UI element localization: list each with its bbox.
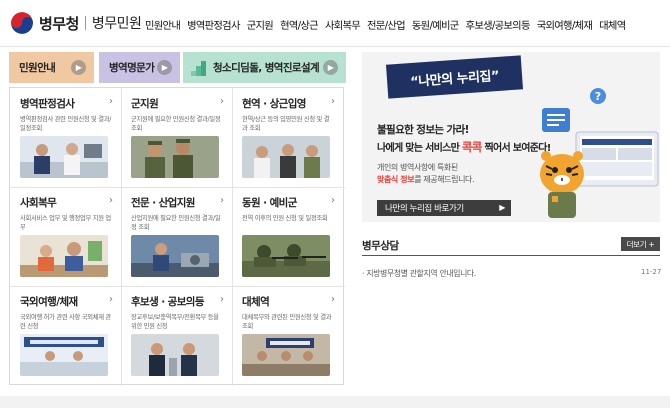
nav-item-industry[interactable]: 전문/산업	[367, 17, 406, 32]
chevron-right-icon: ▶	[323, 60, 338, 75]
chevron-right-icon: ›	[331, 294, 335, 305]
service-desc: 장교후보/보충역복무/전환복무 등을 위한 민원 신청	[131, 314, 219, 330]
nav-item-alternative[interactable]: 대체역	[599, 17, 626, 32]
my-homepage-button[interactable]: 나만의 누리집 바로가기 ▶	[377, 200, 511, 216]
my-homepage-banner[interactable]: “나만의 누리집” 불필요한 정보는 가라! 나에게 맞는 서비스만 콕콕 찍어…	[362, 52, 660, 222]
service-photo-active-duty	[242, 136, 330, 178]
tab-label: 청소디딤돌, 병역진로설계	[213, 62, 320, 74]
logo-name: 병무청	[39, 14, 79, 33]
service-grid: 병역판정검사 › 병역판정검사 관련 민원신청 및 결과/일정조회 군지원 › …	[9, 87, 345, 386]
service-title: 전문 · 산업지원	[131, 197, 195, 209]
taegeuk-emblem-icon	[11, 12, 33, 34]
service-title: 후보생 · 공보의등	[131, 296, 205, 308]
consult-section-title: 병무상담	[362, 240, 399, 252]
service-card-overseas[interactable]: 국외여행/체재 › 국외여행 허가 관련 사항 국외체재 관련 신청	[10, 286, 121, 385]
nav-item-civil-info[interactable]: 민원안내	[145, 17, 181, 32]
header-divider	[0, 46, 670, 47]
consult-list-item[interactable]: · 지방병무청별 관할지역 안내입니다.	[362, 268, 476, 279]
banner-title: “나만의 누리집”	[409, 68, 500, 90]
service-title: 사회복무	[20, 197, 57, 209]
tab-civil-info[interactable]: 민원안내 ▶	[9, 52, 94, 83]
chevron-right-icon: ▶	[157, 60, 172, 75]
service-photo-overseas	[20, 334, 108, 376]
nav-item-cadet[interactable]: 후보생/공보의등	[466, 17, 531, 32]
service-title: 동원 · 예비군	[242, 197, 297, 209]
nav-item-exam[interactable]: 병역판정검사	[187, 17, 240, 32]
service-desc: 병역판정검사 관련 민원신청 및 결과/일정조회	[20, 116, 112, 132]
banner-desc-highlight: 맞춤식 정보	[377, 175, 415, 184]
service-title: 병역판정검사	[20, 98, 75, 110]
banner-description: 개인의 병역사항에 특화된 맞춤식 정보를 제공해드립니다.	[377, 162, 475, 186]
service-card-alternative[interactable]: 대체역 › 대체복무와 관련된 민원신청 및 결과 조회	[232, 286, 343, 385]
service-card-military-apply[interactable]: 군지원 › 군지원에 필요한 민원신청 결과/일정 조회	[121, 88, 232, 187]
chevron-right-icon: ›	[109, 294, 113, 305]
tab-career-design[interactable]: 청소디딤돌, 병역진로설계 ▶	[183, 52, 346, 83]
arrow-right-icon: ▶	[499, 203, 505, 212]
service-photo-social-service	[20, 235, 108, 277]
service-photo-industry	[131, 235, 219, 277]
service-desc: 현역/상근 등의 입영민원 신청 및 결과 조회	[242, 116, 330, 132]
main-nav: 민원안내 병역판정검사 군지원 현역/상근 사회복무 전문/산업 동원/예비군 …	[145, 17, 632, 32]
banner-sub-a: 나에게 맞는 서비스만	[377, 143, 460, 154]
nav-item-reserve[interactable]: 동원/예비군	[412, 17, 459, 32]
service-title: 군지원	[131, 98, 159, 110]
logo-divider	[84, 16, 86, 30]
service-title: 대체역	[242, 296, 270, 308]
service-card-reserve[interactable]: 동원 · 예비군 › 전역 이후의 민원 신청 및 일정조회	[232, 187, 343, 286]
more-button[interactable]: 더보기 +	[621, 237, 660, 251]
nav-item-military-apply[interactable]: 군지원	[247, 17, 274, 32]
logo-subtitle: 병무민원	[91, 16, 142, 32]
service-title: 국외여행/체재	[20, 296, 78, 308]
stairs-icon	[191, 61, 206, 76]
site-logo[interactable]: 병무청 병무민원	[11, 12, 142, 34]
consult-divider	[362, 255, 660, 256]
chevron-right-icon: ›	[109, 195, 113, 206]
service-card-active-duty[interactable]: 현역 · 상근입영 › 현역/상근 등의 입영민원 신청 및 결과 조회	[232, 88, 343, 187]
nav-item-overseas[interactable]: 국외여행/체재	[537, 17, 593, 32]
tab-label: 민원안내	[19, 62, 56, 74]
chevron-right-icon: ›	[220, 96, 224, 107]
chevron-right-icon: ›	[109, 96, 113, 107]
question-mark: ?	[595, 90, 601, 103]
banner-subheadline: 나에게 맞는 서비스만 콕콕 찍어서 보여준다!	[377, 139, 551, 155]
service-photo-alternative	[242, 334, 330, 376]
service-desc: 산업지원에 필요한 민원신청 결과/일정 조회	[131, 215, 221, 231]
consult-item-date: 11-27	[641, 268, 662, 276]
chevron-right-icon: ›	[220, 195, 224, 206]
service-photo-cadet	[131, 334, 219, 376]
chevron-right-icon: ›	[220, 294, 224, 305]
button-label: 나만의 누리집 바로가기	[385, 204, 464, 214]
nav-item-active-duty[interactable]: 현역/상근	[280, 17, 319, 32]
footer-strip	[0, 396, 670, 408]
service-desc: 사회서비스 업무 및 행정업무 지원 업무	[20, 215, 111, 231]
banner-desc-rest: 를 제공해드립니다.	[414, 175, 475, 184]
service-photo-reserve	[242, 235, 330, 277]
tab-label: 병역명문가	[109, 62, 155, 74]
service-desc: 국외여행 허가 관련 사항 국외체재 관련 신청	[20, 314, 111, 330]
chevron-right-icon: ▶	[71, 60, 86, 75]
tab-honor-family[interactable]: 병역명문가 ▶	[99, 52, 180, 83]
banner-sub-highlight: 콕콕	[461, 140, 482, 154]
service-photo-exam	[20, 136, 108, 178]
service-card-exam[interactable]: 병역판정검사 › 병역판정검사 관련 민원신청 및 결과/일정조회	[10, 88, 121, 187]
chevron-right-icon: ›	[331, 96, 335, 107]
service-desc: 대체복무와 관련된 민원신청 및 결과 조회	[242, 314, 332, 330]
banner-desc-line1: 개인의 병역사항에 특화된	[377, 163, 458, 172]
service-title: 현역 · 상근입영	[242, 98, 306, 110]
chevron-right-icon: ›	[331, 195, 335, 206]
banner-headline: 불필요한 정보는 가라!	[377, 124, 469, 136]
service-card-cadet[interactable]: 후보생 · 공보의등 › 장교후보/보충역복무/전환복무 등을 위한 민원 신청	[121, 286, 232, 385]
service-card-industry[interactable]: 전문 · 산업지원 › 산업지원에 필요한 민원신청 결과/일정 조회	[121, 187, 232, 286]
service-desc: 군지원에 필요한 민원신청 결과/일정 조회	[131, 116, 221, 132]
quick-tabs: 민원안내 ▶ 병역명문가 ▶ 청소디딤돌, 병역진로설계 ▶	[9, 52, 346, 83]
service-card-social-service[interactable]: 사회복무 › 사회서비스 업무 및 행정업무 지원 업무	[10, 187, 121, 286]
service-desc: 전역 이후의 민원 신청 및 일정조회	[242, 215, 328, 222]
nav-item-social-service[interactable]: 사회복무	[325, 17, 361, 32]
service-photo-military-apply	[131, 136, 219, 178]
banner-title-box: “나만의 누리집”	[385, 55, 524, 99]
site-header: 병무청 병무민원 민원안내 병역판정검사 군지원 현역/상근 사회복무 전문/산…	[0, 0, 670, 46]
tiger-mascot-illustration: ?	[540, 88, 659, 218]
